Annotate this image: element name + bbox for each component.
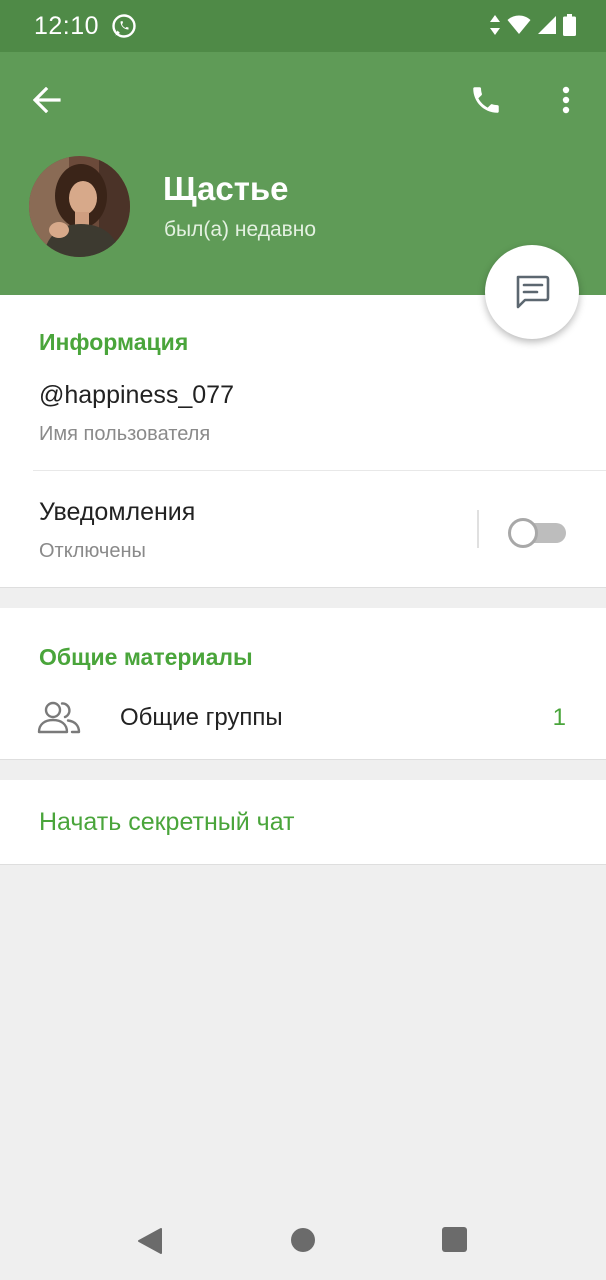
info-section: Информация @happiness_077 Имя пользовате… — [0, 295, 606, 588]
info-section-title: Информация — [39, 329, 189, 355]
cellular-signal-icon — [538, 16, 556, 34]
send-message-button[interactable] — [485, 245, 579, 339]
whatsapp-icon — [111, 13, 137, 39]
back-button[interactable] — [20, 80, 74, 120]
more-vertical-icon — [562, 86, 570, 114]
nav-recents-icon[interactable] — [442, 1227, 467, 1252]
system-navigation-bar — [0, 1200, 606, 1280]
notifications-state: Отключены — [39, 540, 146, 562]
phone-icon — [473, 87, 499, 113]
message-icon — [516, 275, 550, 309]
secret-chat-section: Начать секретный чат — [0, 780, 606, 865]
group-icon — [37, 701, 81, 734]
data-arrows-icon — [490, 15, 500, 35]
toggle-knob — [508, 518, 538, 548]
username-label: Имя пользователя — [39, 423, 211, 445]
common-groups-count: 1 — [552, 704, 566, 731]
wifi-icon — [507, 15, 531, 34]
profile-last-seen: был(а) недавно — [164, 218, 317, 241]
shared-section-title: Общие материалы — [39, 644, 253, 670]
vertical-divider — [477, 510, 479, 548]
arrow-back-icon — [33, 87, 61, 113]
notifications-toggle[interactable] — [508, 515, 566, 548]
more-menu-button[interactable] — [548, 78, 584, 122]
call-button[interactable] — [462, 78, 510, 122]
divider — [33, 470, 606, 471]
common-groups-label: Общие группы — [120, 704, 283, 731]
avatar[interactable] — [29, 156, 130, 257]
start-secret-chat-button[interactable]: Начать секретный чат — [39, 808, 295, 837]
notifications-label: Уведомления — [39, 498, 196, 526]
common-groups-row[interactable]: Общие группы 1 — [0, 678, 606, 758]
shared-media-section: Общие материалы Общие группы 1 — [0, 608, 606, 760]
status-bar: 12:10 — [0, 0, 606, 52]
status-icons — [489, 14, 576, 36]
nav-home-icon[interactable] — [291, 1228, 315, 1252]
nav-back-icon[interactable] — [136, 1227, 164, 1255]
status-time: 12:10 — [34, 12, 100, 40]
battery-icon — [563, 14, 576, 36]
username-value: @happiness_077 — [39, 381, 234, 409]
profile-name: Щастье — [163, 170, 289, 207]
